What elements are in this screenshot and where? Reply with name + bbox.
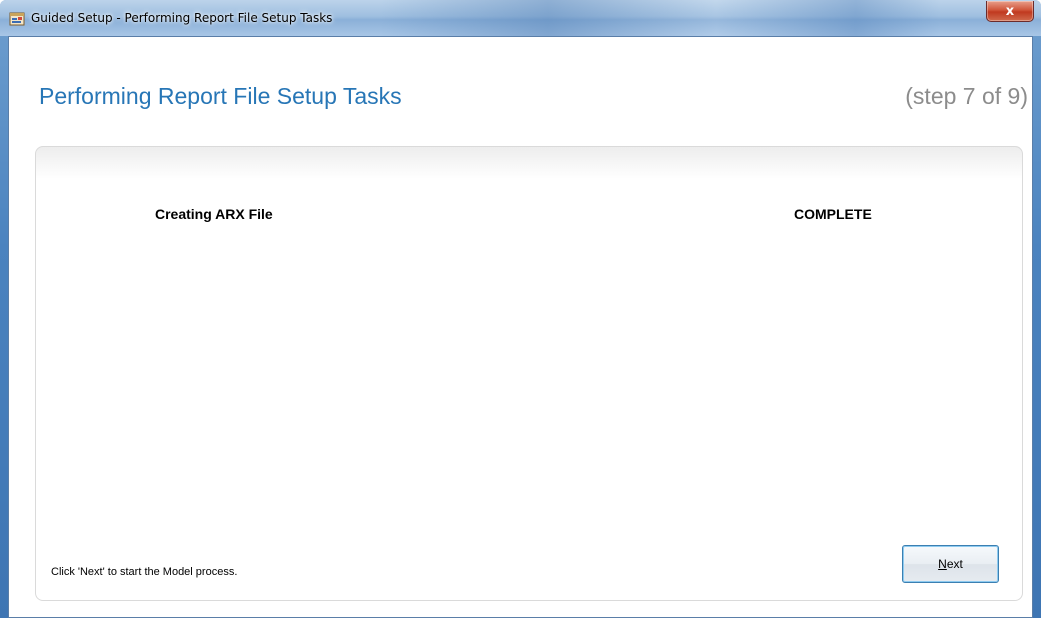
next-mnemonic: N: [938, 557, 947, 571]
guided-setup-window: Guided Setup - Performing Report File Se…: [0, 0, 1041, 618]
task-status: COMPLETE: [794, 206, 872, 222]
close-icon: x: [1005, 3, 1015, 19]
task-label: Creating ARX File: [155, 206, 273, 222]
step-indicator: (step 7 of 9): [905, 83, 1028, 109]
next-button[interactable]: Next: [902, 545, 999, 583]
app-icon[interactable]: [9, 11, 25, 27]
task-panel: Creating ARX File COMPLETE Click 'Next' …: [35, 146, 1023, 601]
next-label: ext: [946, 557, 963, 571]
window-title: Guided Setup - Performing Report File Se…: [31, 11, 333, 25]
page-title: Performing Report File Setup Tasks: [39, 83, 402, 109]
instruction-text: Click 'Next' to start the Model process.: [51, 566, 238, 578]
client-area: Performing Report File Setup Tasks (step…: [8, 36, 1033, 618]
close-button[interactable]: x: [986, 1, 1034, 22]
